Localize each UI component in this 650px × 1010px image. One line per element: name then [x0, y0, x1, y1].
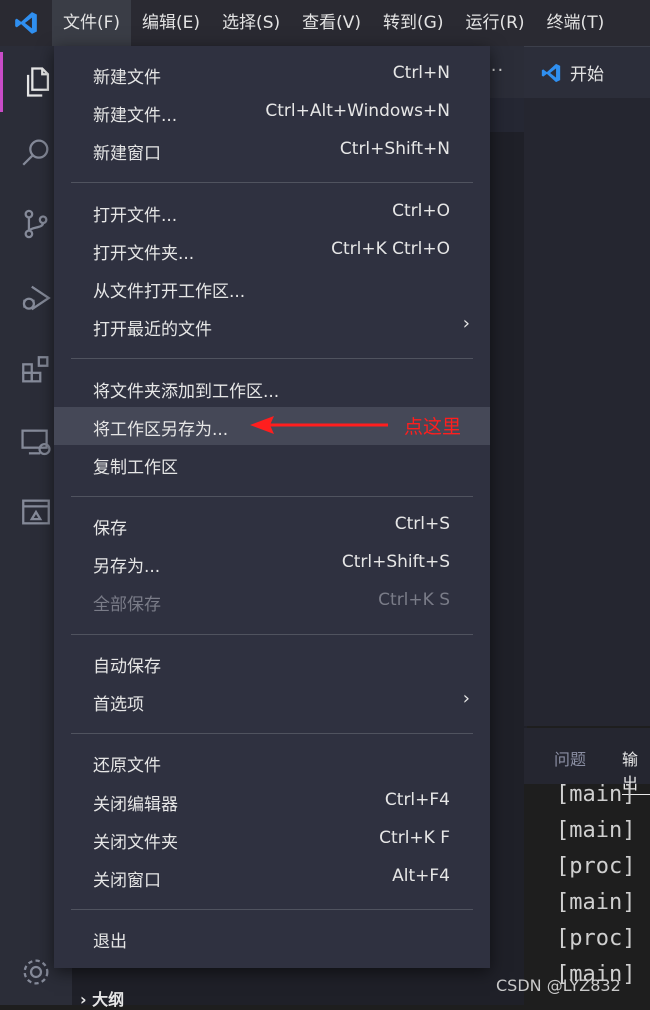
output-line: [main] [556, 782, 636, 807]
annotation-text: 点这里 [404, 416, 462, 438]
menu-revert-file[interactable]: 还原文件 [54, 743, 490, 781]
output-line: [proc] [556, 926, 636, 951]
chevron-right-icon: › [80, 990, 87, 1009]
chevron-right-icon: › [462, 688, 470, 709]
menu-selection[interactable]: 选择(S) [211, 0, 291, 46]
outline-section-header[interactable]: › 大纲 [80, 986, 124, 1010]
menu-edit[interactable]: 编辑(E) [131, 0, 211, 46]
menu-close-window[interactable]: 关闭窗口 Alt+F4 [54, 858, 490, 896]
tab-welcome[interactable]: 开始 [524, 46, 650, 98]
menu-view[interactable]: 查看(V) [291, 0, 372, 46]
menu-separator [71, 733, 473, 734]
menu-separator [71, 496, 473, 497]
chevron-right-icon: › [462, 313, 470, 334]
vscode-logo-icon [0, 0, 52, 46]
menu-terminal[interactable]: 终端(T) [536, 0, 616, 46]
tab-title: 开始 [570, 65, 604, 85]
menu-go[interactable]: 转到(G) [372, 0, 454, 46]
editor-area: 开始 [524, 46, 650, 726]
menu-save-as[interactable]: 另存为... Ctrl+Shift+S [54, 544, 490, 582]
menu-run[interactable]: 运行(R) [454, 0, 535, 46]
vscode-tab-icon [541, 63, 561, 82]
menu-add-folder-to-workspace[interactable]: 将文件夹添加到工作区... [54, 369, 490, 407]
watermark: CSDN @LYZ832 [496, 976, 621, 995]
annotation-arrow-icon [250, 416, 388, 434]
menu-open-recent[interactable]: 打开最近的文件 › [54, 307, 490, 345]
menu-new-file-dialog[interactable]: 新建文件... Ctrl+Alt+Windows+N [54, 93, 490, 131]
output-line: [main] [556, 890, 636, 915]
menu-close-folder[interactable]: 关闭文件夹 Ctrl+K F [54, 820, 490, 858]
panel-tab-bar: 问题 输出 [524, 728, 650, 795]
menu-separator [71, 358, 473, 359]
output-line: [proc] [556, 854, 636, 879]
menu-separator [71, 182, 473, 183]
menu-new-window[interactable]: 新建窗口 Ctrl+Shift+N [54, 131, 490, 169]
menu-separator [71, 909, 473, 910]
menu-auto-save[interactable]: 自动保存 [54, 644, 490, 682]
menu-save-all: 全部保存 Ctrl+K S [93, 590, 450, 615]
menu-exit[interactable]: 退出 [54, 919, 490, 957]
output-line: [main] [556, 818, 636, 843]
menu-file[interactable]: 文件(F) [52, 0, 132, 46]
menu-duplicate-workspace[interactable]: 复制工作区 [54, 445, 490, 483]
tab-problems[interactable]: 问题 [554, 746, 586, 770]
menu-new-file[interactable]: 新建文件 Ctrl+N [54, 55, 490, 93]
file-menu-dropdown: 新建文件 Ctrl+N 新建文件... Ctrl+Alt+Windows+N 新建窗… [54, 46, 490, 968]
menu-open-workspace-from-file[interactable]: 从文件打开工作区... [54, 269, 490, 307]
outline-title: 大纲 [92, 990, 125, 1009]
bottom-panel: 问题 输出 [main] [main] [proc] [main] [proc]… [524, 728, 650, 1005]
menu-preferences[interactable]: 首选项 › [54, 682, 490, 720]
menu-open-folder[interactable]: 打开文件夹... Ctrl+K Ctrl+O [54, 231, 490, 269]
menu-open-file[interactable]: 打开文件... Ctrl+O [54, 193, 490, 231]
menu-separator [71, 634, 473, 635]
menu-save[interactable]: 保存 Ctrl+S [54, 506, 490, 544]
menu-bar: 文件(F) 编辑(E) 选择(S) 查看(V) 转到(G) 运行(R) 终端(T… [0, 0, 650, 46]
menu-close-editor[interactable]: 关闭编辑器 Ctrl+F4 [54, 782, 490, 820]
